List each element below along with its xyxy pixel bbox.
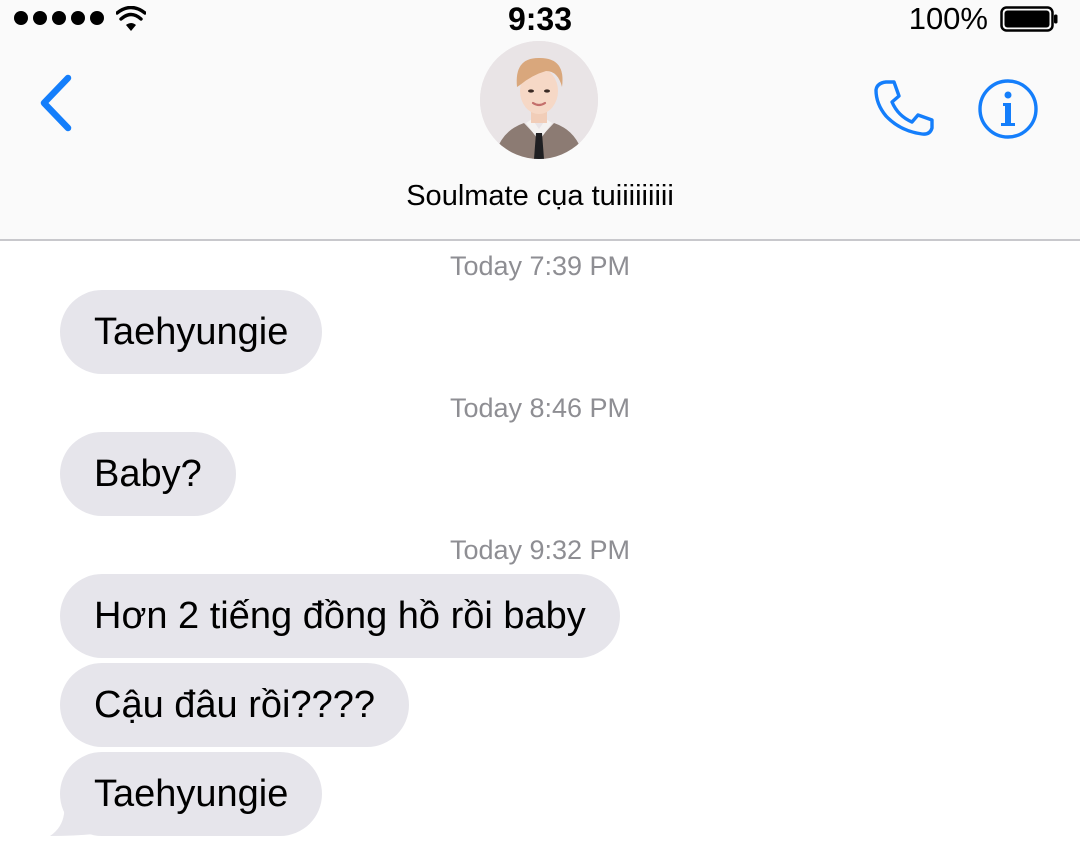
- phone-icon: [874, 80, 934, 136]
- contact-name[interactable]: Soulmate cụa tuiiiiiiiii: [0, 176, 1080, 216]
- message-timestamp: Today 7:39 PM: [449, 251, 631, 281]
- received-message-bubble[interactable]: Cậu đâu rồi????: [60, 663, 409, 747]
- received-message-bubble[interactable]: Taehyungie: [60, 752, 323, 836]
- contact-avatar[interactable]: [480, 41, 598, 159]
- battery-percent: 100%: [908, 1, 988, 36]
- received-message-bubble[interactable]: Taehyungie: [60, 290, 323, 374]
- chevron-left-icon: [40, 74, 72, 132]
- received-message-bubble[interactable]: Hơn 2 tiếng đồng hồ rồi baby: [60, 574, 620, 658]
- messages-screen: 9:33 100% Soulmate cụa tuiiiiiiiii Today…: [0, 0, 1080, 868]
- info-button[interactable]: [976, 78, 1040, 140]
- message-timestamp: Today 8:46 PM: [449, 393, 631, 423]
- call-button[interactable]: [872, 78, 938, 138]
- back-button[interactable]: [30, 70, 80, 136]
- received-message-bubble[interactable]: Baby?: [60, 432, 236, 516]
- info-icon: [978, 79, 1038, 139]
- battery-icon: [1000, 6, 1058, 32]
- conversation-header: 9:33 100% Soulmate cụa tuiiiiiiiii: [0, 0, 1080, 241]
- message-timestamp: Today 9:32 PM: [449, 535, 631, 565]
- status-bar: 9:33 100%: [0, 0, 1080, 40]
